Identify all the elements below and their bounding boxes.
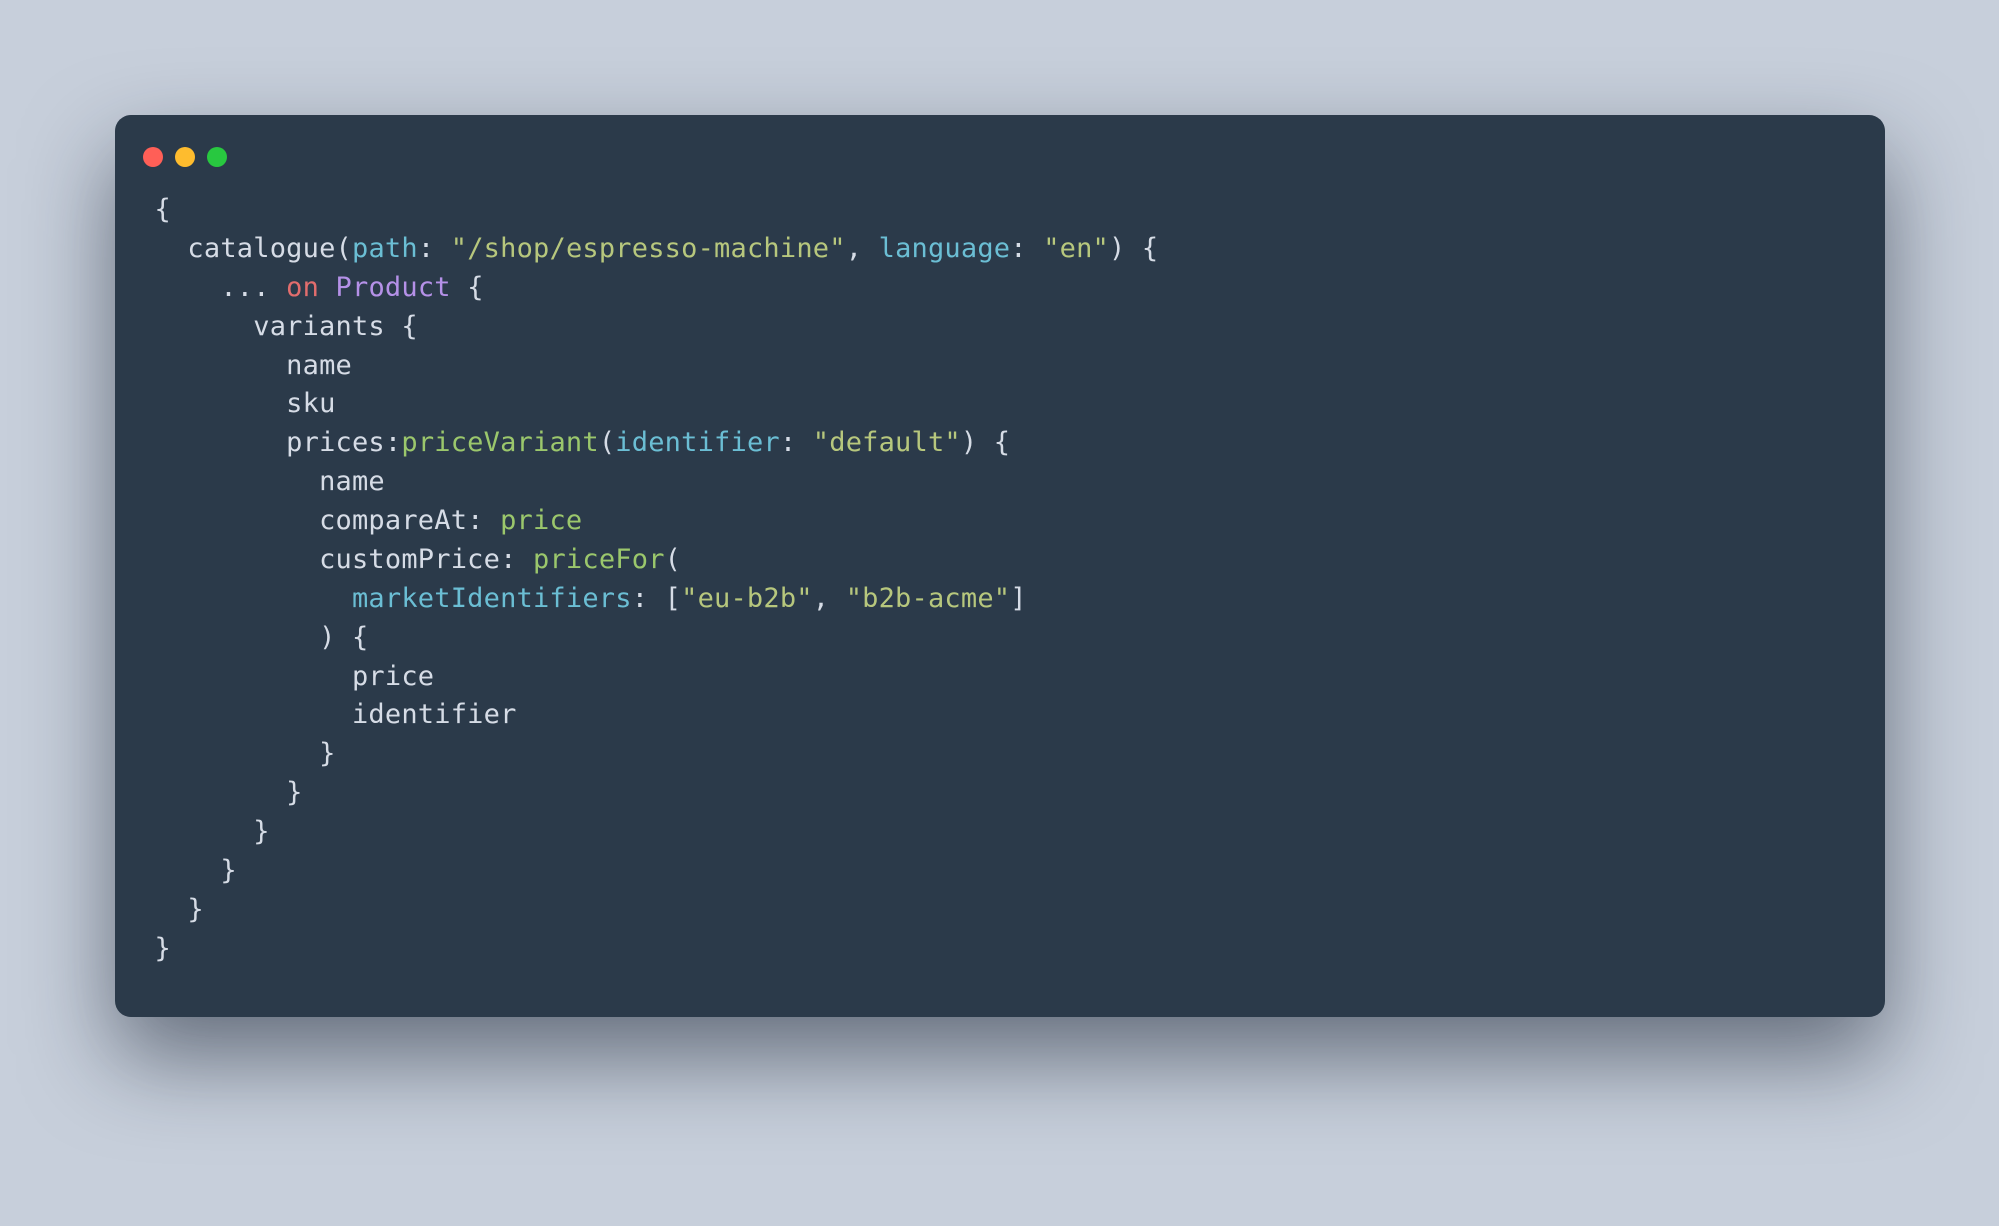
code-block: { catalogue(path: "/shop/espresso-machin… [115, 191, 1885, 969]
minimize-icon[interactable] [175, 147, 195, 167]
alias-customprice: customPrice [319, 544, 500, 575]
arg-identifier: identifier [615, 427, 780, 458]
brace-close: } [155, 933, 171, 964]
line-15: } [155, 738, 336, 769]
str-language: "en" [1043, 233, 1109, 264]
page-background: { catalogue(path: "/shop/espresso-machin… [0, 0, 1999, 1226]
line-11: marketIdentifiers: ["eu-b2b", "b2b-acme"… [155, 583, 1027, 614]
fn-catalogue: catalogue [187, 233, 335, 264]
line-18: } [155, 855, 237, 886]
target-pricevariant: priceVariant [401, 427, 598, 458]
field-variants: variants { [253, 311, 418, 342]
field-name: name [286, 350, 352, 381]
line-19: } [155, 894, 204, 925]
str-b2b-acme: "b2b-acme" [846, 583, 1011, 614]
line-12: ) { [155, 622, 369, 653]
spread: ... [220, 272, 286, 303]
code-window: { catalogue(path: "/shop/espresso-machin… [115, 115, 1885, 1017]
target-price: price [500, 505, 582, 536]
alias-compareat: compareAt [319, 505, 467, 536]
arg-path: path [352, 233, 418, 264]
field-price: price [352, 661, 434, 692]
str-eu-b2b: "eu-b2b" [681, 583, 813, 614]
str-default: "default" [813, 427, 961, 458]
window-titlebar [115, 139, 1885, 191]
line-17: } [155, 816, 270, 847]
brace-close: } [286, 777, 302, 808]
arg-marketidentifiers: marketIdentifiers [352, 583, 632, 614]
line-1: { [155, 194, 171, 225]
arg-language: language [879, 233, 1011, 264]
line-16: } [155, 777, 303, 808]
line-6: sku [155, 388, 336, 419]
line-20: } [155, 933, 171, 964]
brace-close: } [220, 855, 236, 886]
field-name-2: name [319, 466, 385, 497]
line-14: identifier [155, 699, 517, 730]
line-13: price [155, 661, 435, 692]
kw-on: on [286, 272, 319, 303]
brace-open: { [155, 194, 171, 225]
brace-close: } [319, 738, 335, 769]
field-identifier: identifier [352, 699, 517, 730]
line-3: ... on Product { [155, 272, 484, 303]
line-5: name [155, 350, 352, 381]
maximize-icon[interactable] [207, 147, 227, 167]
line-7: prices:priceVariant(identifier: "default… [155, 427, 1011, 458]
alias-prices: prices [286, 427, 385, 458]
line-8: name [155, 466, 385, 497]
line-9: compareAt: price [155, 505, 583, 536]
field-sku: sku [286, 388, 335, 419]
target-pricefor: priceFor [533, 544, 665, 575]
brace-close: } [253, 816, 269, 847]
close-icon[interactable] [143, 147, 163, 167]
type-product: Product [336, 272, 451, 303]
line-10: customPrice: priceFor( [155, 544, 682, 575]
brace-close: } [187, 894, 203, 925]
line-2: catalogue(path: "/shop/espresso-machine"… [155, 233, 1159, 264]
line-4: variants { [155, 311, 418, 342]
str-path: "/shop/espresso-machine" [451, 233, 846, 264]
